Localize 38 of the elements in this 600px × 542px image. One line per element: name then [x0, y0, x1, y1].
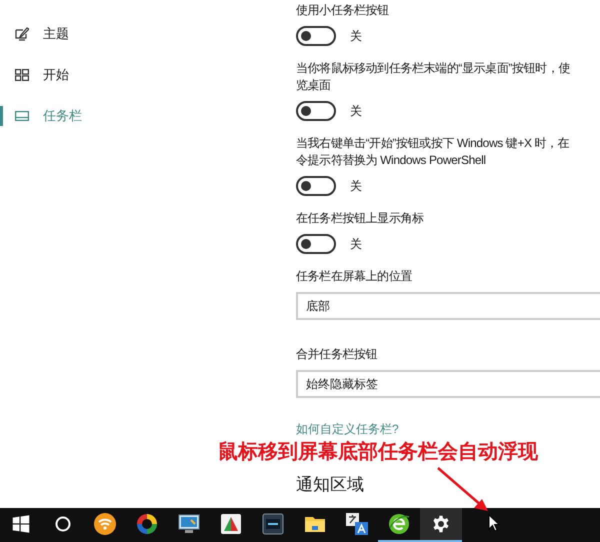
- annotation-text: 鼠标移到屏幕底部任务栏会自动浮现: [218, 440, 538, 464]
- wifi-icon: [93, 512, 117, 536]
- help-link[interactable]: 如何自定义任务栏?: [296, 420, 399, 438]
- nav-item[interactable]: 开始: [0, 65, 296, 85]
- section-heading: 通知区域: [296, 474, 364, 496]
- circle-icon: [55, 516, 71, 532]
- toggle-switch[interactable]: [296, 234, 336, 254]
- settings-icon: [432, 515, 450, 533]
- toggle-state: 关: [350, 236, 362, 253]
- setting-label: 当你将鼠标移动到任务栏末端的“显示桌面”按钮时，使: [296, 60, 571, 77]
- nav-item[interactable]: 主题: [0, 24, 296, 44]
- setting-label: 使用小任务栏按钮: [296, 2, 390, 19]
- brush-icon: [15, 27, 29, 41]
- colorful-ring-icon: [135, 512, 159, 536]
- setting-label: 当我右键单击“开始”按钮或按下 Windows 键+X 时，在: [296, 135, 570, 152]
- toggle-switch[interactable]: [296, 176, 336, 196]
- translate-icon: [345, 512, 369, 536]
- monitor-icon: [177, 512, 201, 536]
- setting-label: 在任务栏按钮上显示角标: [296, 210, 425, 227]
- toggle-state: 关: [350, 178, 362, 195]
- toggle-state: 关: [350, 103, 362, 120]
- setting-label: 令提示符替换为 Windows PowerShell: [296, 152, 487, 169]
- dropdown[interactable]: 始终隐藏标签: [296, 370, 600, 398]
- digital-screen-icon: [261, 512, 285, 536]
- tiles-icon: [15, 69, 29, 81]
- taskbar-icon: [15, 111, 29, 121]
- toggle-switch[interactable]: [296, 26, 336, 46]
- setting-label: 览桌面: [296, 77, 332, 94]
- windows-logo-icon: [12, 515, 30, 533]
- toggle-state: 关: [350, 28, 362, 45]
- dropdown[interactable]: 底部: [296, 292, 600, 320]
- setting-label: 合并任务栏按钮: [296, 346, 378, 363]
- setting-label: 任务栏在屏幕上的位置: [296, 268, 414, 285]
- toggle-switch[interactable]: [296, 101, 336, 121]
- cursor-icon: [488, 514, 500, 532]
- taskbar-button[interactable]: [420, 508, 462, 542]
- browser-icon: [387, 512, 411, 536]
- annotation-arrow: [436, 466, 490, 512]
